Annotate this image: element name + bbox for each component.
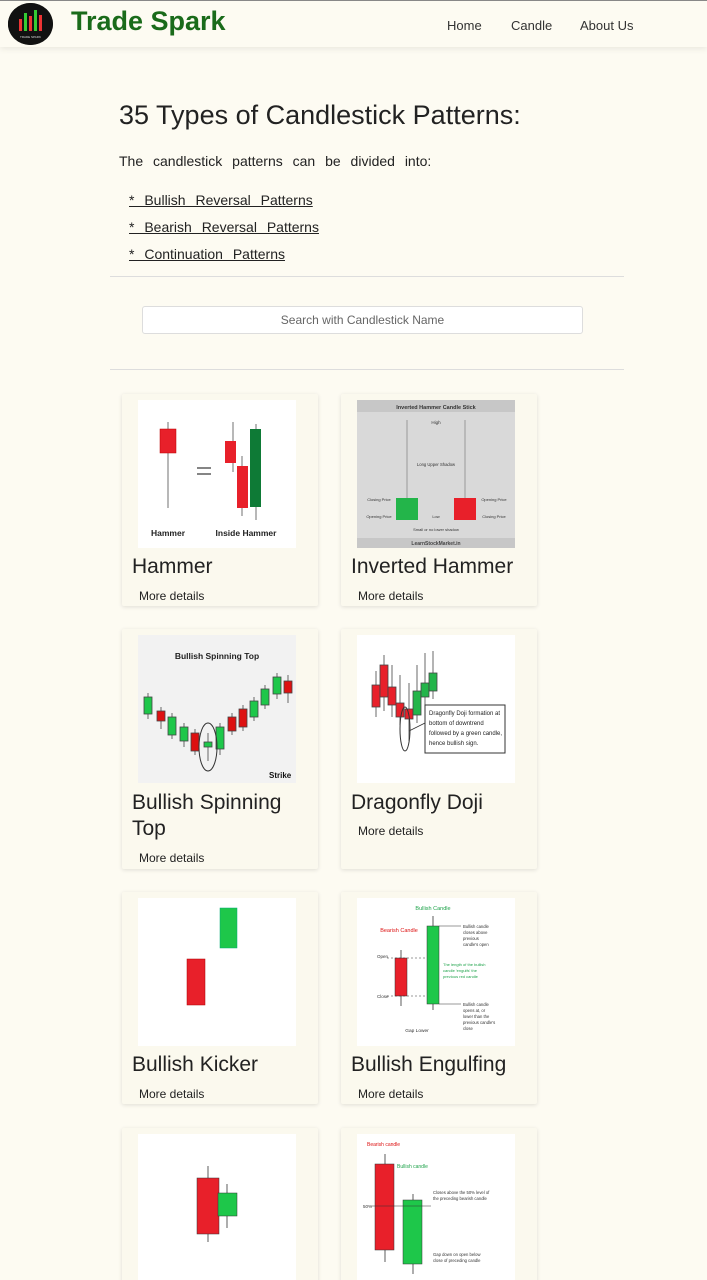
bullish-kicker-image — [138, 898, 296, 1046]
divider — [110, 276, 624, 277]
pattern-image: Bearish candle Bullish candle 50% Closes… — [357, 1134, 515, 1280]
card-inverted-hammer[interactable]: Inverted Hammer Candle Stick High Long U… — [341, 394, 537, 606]
image-label: Bullish candle — [463, 1002, 490, 1007]
logo[interactable]: TRADE SPARK — [8, 3, 53, 45]
image-label: Close — [377, 994, 389, 999]
card-title[interactable]: Bullish Engulfing — [351, 1052, 506, 1078]
image-label: opens at, or — [463, 1008, 486, 1013]
image-label: 50% — [363, 1204, 372, 1209]
image-label: previous red candle — [443, 974, 479, 979]
more-details-link[interactable]: More details — [358, 1087, 423, 1101]
card-title[interactable]: Hammer — [132, 554, 213, 580]
card-bullish-kicker[interactable]: Bullish Kicker More details — [122, 892, 318, 1104]
more-details-link[interactable]: More details — [139, 1087, 204, 1101]
card-title[interactable]: Bullish Spinning Top — [132, 790, 312, 842]
card-pattern[interactable] — [122, 1128, 318, 1280]
image-label: Strike — [269, 771, 292, 780]
image-label: LearnStockMarket.in — [411, 541, 460, 547]
image-label: close of preceding candle — [433, 1258, 481, 1263]
image-label: followed by a green candle, — [429, 731, 502, 737]
image-label: the preceding bearish candle — [433, 1196, 487, 1201]
image-label: Gap down on open below — [433, 1252, 481, 1257]
image-label: Long Upper Shadow — [417, 462, 456, 467]
card-pattern[interactable]: Bearish candle Bullish candle 50% Closes… — [341, 1128, 537, 1280]
image-label: previous — [463, 936, 479, 941]
image-label: Inverted Hammer Candle Stick — [396, 405, 476, 411]
image-label: Bearish Candle — [380, 928, 418, 934]
top-navbar: TRADE SPARK Trade Spark Home Candle Abou… — [0, 0, 707, 47]
image-label: Closes above the 50% level of — [433, 1190, 490, 1195]
logo-icon: TRADE SPARK — [8, 3, 53, 45]
image-label: Bullish candle — [397, 1164, 428, 1170]
image-label: Inside Hammer — [216, 528, 278, 538]
bullish-engulfing-image: Bullish Candle Bearish Candle Open Close… — [357, 898, 515, 1046]
card-title[interactable]: Dragonfly Doji — [351, 790, 483, 816]
image-label: candle's open — [463, 942, 489, 947]
dragonfly-doji-image: Dragonfly Doji formation at bottom of do… — [357, 635, 515, 783]
inverted-hammer-image: Inverted Hammer Candle Stick High Long U… — [357, 400, 515, 548]
image-label: closes above — [463, 930, 488, 935]
link-bearish-reversal[interactable]: * Bearish Reversal Patterns — [129, 219, 319, 235]
image-label: close — [463, 1026, 473, 1031]
more-details-link[interactable]: More details — [139, 851, 204, 865]
divider — [110, 369, 624, 370]
image-label: Bullish Candle — [415, 906, 450, 912]
image-label: candle 'engulfs' the — [443, 968, 478, 973]
image-label: bottom of downtrend — [429, 721, 484, 727]
card-bullish-spinning-top[interactable]: Bullish Spinning Top Strike Bullish Spin… — [122, 629, 318, 869]
image-label: The length of the bullish — [443, 962, 485, 967]
card-title[interactable]: Bullish Kicker — [132, 1052, 258, 1078]
image-label: Small or no lower shadow — [413, 527, 459, 532]
image-label: Low — [432, 514, 439, 519]
nav-home[interactable]: Home — [447, 18, 482, 33]
link-continuation[interactable]: * Continuation Patterns — [129, 246, 285, 262]
card-bullish-engulfing[interactable]: Bullish Candle Bearish Candle Open Close… — [341, 892, 537, 1104]
hammer-image: Hammer Inside Hammer — [138, 400, 296, 548]
image-label: hence bullish sign. — [429, 741, 479, 747]
more-details-link[interactable]: More details — [358, 824, 423, 838]
image-label: Opening Price — [481, 497, 507, 502]
nav-candle[interactable]: Candle — [511, 18, 552, 33]
logo-caption: TRADE SPARK — [20, 35, 41, 39]
image-label: Gap Lower — [405, 1028, 429, 1034]
search-input[interactable] — [142, 306, 583, 334]
image-label: Closing Price — [482, 514, 506, 519]
nav-about-us[interactable]: About Us — [580, 18, 633, 33]
intro-text: The candlestick patterns can be divided … — [119, 153, 432, 169]
image-label: previous candle's — [463, 1020, 495, 1025]
more-details-link[interactable]: More details — [139, 589, 204, 603]
image-label: Dragonfly Doji formation at — [429, 711, 500, 717]
image-label: Bullish Spinning Top — [175, 651, 259, 661]
page-title: 35 Types of Candlestick Patterns: — [119, 100, 521, 130]
image-label: Bearish candle — [367, 1142, 400, 1148]
image-label: Hammer — [151, 528, 186, 538]
more-details-link[interactable]: More details — [358, 589, 423, 603]
image-label: Open — [377, 954, 389, 959]
image-label: Bullish candle — [463, 924, 490, 929]
bullish-spinning-top-image: Bullish Spinning Top Strike — [138, 635, 296, 783]
image-label: High — [431, 420, 441, 425]
link-bullish-reversal[interactable]: * Bullish Reversal Patterns — [129, 192, 313, 208]
card-title[interactable]: Inverted Hammer — [351, 554, 513, 580]
image-label: Opening Price — [366, 514, 392, 519]
brand-name[interactable]: Trade Spark — [71, 6, 226, 37]
image-label: Closing Price — [367, 497, 391, 502]
card-hammer[interactable]: Hammer Inside Hammer Hammer More details — [122, 394, 318, 606]
card-dragonfly-doji[interactable]: Dragonfly Doji formation at bottom of do… — [341, 629, 537, 869]
pattern-image — [138, 1134, 296, 1280]
image-label: lower than the — [463, 1014, 490, 1019]
